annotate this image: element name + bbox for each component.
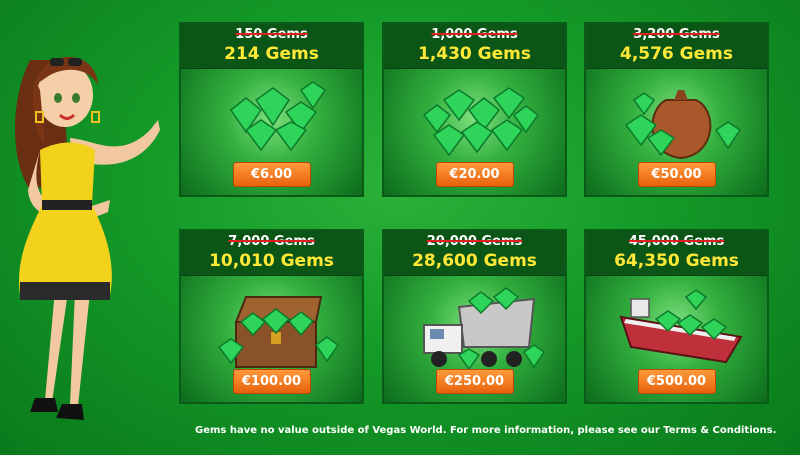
gem-sack-icon — [624, 90, 742, 160]
gem-package-card[interactable]: 7,000 Gems 10,010 Gems €100.00 — [179, 229, 364, 404]
bonus-amount: 64,350 Gems — [614, 251, 739, 271]
gem-packages-grid: 150 Gems 214 Gems €6.00 1,000 Gems 1,430… — [179, 22, 769, 404]
original-amount: 45,000 Gems — [628, 234, 725, 249]
bonus-amount: 214 Gems — [224, 44, 319, 64]
original-amount: 1,000 Gems — [431, 27, 518, 42]
buy-button[interactable]: €100.00 — [232, 369, 311, 394]
buy-button[interactable]: €50.00 — [637, 162, 716, 187]
package-header: 3,200 Gems 4,576 Gems — [586, 24, 767, 69]
bonus-amount: 10,010 Gems — [209, 251, 334, 271]
original-amount: 150 Gems — [235, 27, 308, 42]
gem-pile-small-icon — [229, 81, 327, 152]
gem-package-card[interactable]: 3,200 Gems 4,576 Gems €50.00 — [584, 22, 769, 197]
buy-button[interactable]: €6.00 — [232, 162, 311, 187]
package-header: 1,000 Gems 1,430 Gems — [384, 24, 565, 69]
bonus-amount: 4,576 Gems — [619, 44, 733, 64]
dump-truck-icon — [423, 287, 546, 371]
package-header: 150 Gems 214 Gems — [181, 24, 362, 69]
buy-button[interactable]: €250.00 — [435, 369, 514, 394]
gem-package-card[interactable]: 45,000 Gems 64,350 Gems €500.00 — [584, 229, 769, 404]
disclaimer-text: Gems have no value outside of Vegas Worl… — [195, 425, 777, 436]
gem-pile-large-icon — [422, 87, 540, 157]
bonus-amount: 1,430 Gems — [417, 44, 531, 64]
package-header: 45,000 Gems 64,350 Gems — [586, 231, 767, 276]
gem-package-card[interactable]: 1,000 Gems 1,430 Gems €20.00 — [382, 22, 567, 197]
package-header: 7,000 Gems 10,010 Gems — [181, 231, 362, 276]
gem-package-card[interactable]: 150 Gems 214 Gems €6.00 — [179, 22, 364, 197]
buy-button[interactable]: €20.00 — [435, 162, 514, 187]
treasure-chest-icon — [217, 296, 340, 368]
gem-package-card[interactable]: 20,000 Gems 28,600 Gems €250.00 — [382, 229, 567, 404]
mascot-character — [15, 56, 160, 420]
buy-button[interactable]: €500.00 — [637, 369, 716, 394]
original-amount: 3,200 Gems — [633, 27, 720, 42]
original-amount: 20,000 Gems — [426, 234, 523, 249]
bonus-amount: 28,600 Gems — [412, 251, 537, 271]
cargo-ship-icon — [619, 289, 743, 364]
original-amount: 7,000 Gems — [228, 234, 315, 249]
package-header: 20,000 Gems 28,600 Gems — [384, 231, 565, 276]
